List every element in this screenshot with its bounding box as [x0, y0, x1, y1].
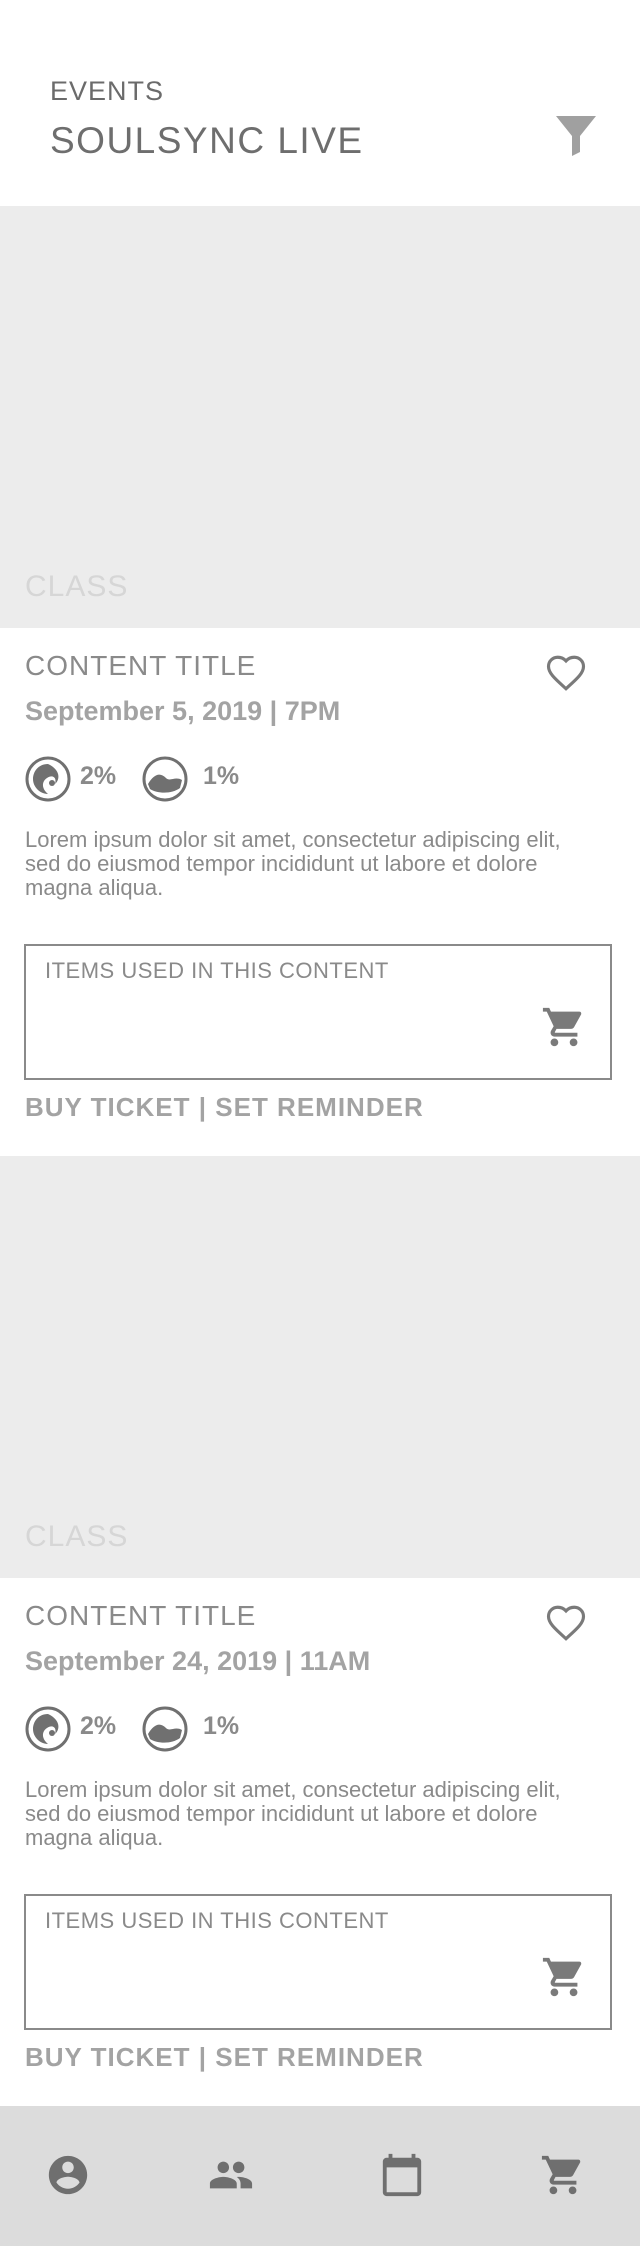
set-reminder-button[interactable]: SET REMINDER [215, 1092, 423, 1122]
event-image[interactable]: CLASS [0, 1156, 640, 1578]
content-title: CONTENT TITLE [25, 1600, 257, 1631]
page-title: SOULSYNC LIVE [50, 120, 364, 161]
event-description: Lorem ipsum dolor sit amet, consectetur … [25, 827, 561, 900]
calendar-icon[interactable] [379, 2152, 425, 2198]
items-used-box[interactable]: ITEMS USED IN THIS CONTENT [24, 1894, 612, 2030]
items-used-box[interactable]: ITEMS USED IN THIS CONTENT [24, 944, 612, 1080]
items-used-label: ITEMS USED IN THIS CONTENT [45, 1908, 389, 1933]
soul-icon [25, 1706, 71, 1752]
event-image[interactable]: CLASS [0, 206, 640, 628]
favorite-heart-icon[interactable] [545, 652, 587, 694]
cart-icon[interactable] [541, 1004, 587, 1050]
event-date: September 24, 2019 | 11AM [25, 1646, 371, 1676]
wave-icon [142, 756, 188, 802]
favorite-heart-icon[interactable] [545, 1602, 587, 1644]
wave-icon [142, 1706, 188, 1752]
app-header: EVENTS SOULSYNC LIVE [0, 0, 640, 206]
event-card: CLASS CONTENT TITLE September 24, 2019 |… [0, 1156, 640, 2106]
buy-ticket-button[interactable]: BUY TICKET [25, 1092, 191, 1122]
stat-value-2: 1% [203, 762, 240, 790]
cart-icon[interactable] [541, 1954, 587, 2000]
set-reminder-button[interactable]: SET REMINDER [215, 2042, 423, 2072]
hero-label: CLASS [25, 1520, 129, 1553]
content-title: CONTENT TITLE [25, 650, 257, 681]
action-separator: | [190, 2042, 216, 2072]
profile-icon[interactable] [45, 2152, 91, 2198]
items-used-label: ITEMS USED IN THIS CONTENT [45, 958, 389, 983]
buy-ticket-button[interactable]: BUY TICKET [25, 2042, 191, 2072]
community-icon[interactable] [208, 2152, 254, 2198]
stat-value-1: 2% [80, 1712, 117, 1740]
soul-icon [25, 756, 71, 802]
filter-icon[interactable] [553, 112, 599, 158]
bottom-nav [0, 2106, 640, 2246]
action-separator: | [190, 1092, 216, 1122]
event-description: Lorem ipsum dolor sit amet, consectetur … [25, 1777, 561, 1850]
stat-value-2: 1% [203, 1712, 240, 1740]
hero-label: CLASS [25, 570, 129, 603]
event-date: September 5, 2019 | 7PM [25, 696, 341, 726]
section-label: EVENTS [50, 76, 165, 106]
actions-row: BUY TICKET | SET REMINDER [25, 2042, 424, 2073]
cart-icon[interactable] [540, 2152, 586, 2198]
stat-value-1: 2% [80, 762, 117, 790]
event-card: CLASS CONTENT TITLE September 5, 2019 | … [0, 206, 640, 1156]
actions-row: BUY TICKET | SET REMINDER [25, 1092, 424, 1123]
